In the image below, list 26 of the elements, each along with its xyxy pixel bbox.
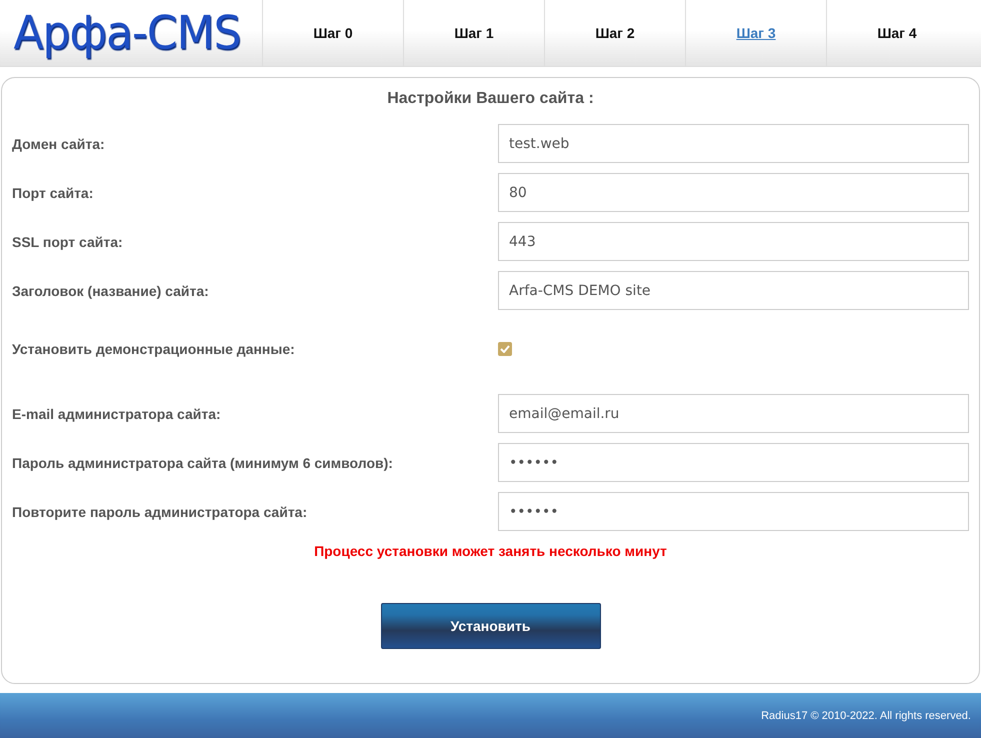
step-tab[interactable]: Шаг 0 [262,0,403,66]
checkbox[interactable] [498,342,512,356]
field-label: E-mail администратора сайта: [12,406,222,422]
password-field[interactable]: •••••• [498,443,969,482]
warning-text: Процесс установки может занять несколько минут [313,543,668,559]
password-field[interactable]: •••••• [498,492,969,531]
field-label: Домен сайта: [12,136,106,152]
input-field[interactable]: Arfa-CMS DEMO site [498,271,969,310]
step-tab[interactable]: Шаг 2 [544,0,685,66]
field-label: Порт сайта: [12,184,94,200]
input-field[interactable]: 443 [498,222,969,261]
field-label: Повторите пароль администратора сайта: [12,504,308,520]
step-tab[interactable]: Шаг 1 [403,0,544,66]
field-label: Установить демонстрационные данные: [12,341,296,357]
field-label: Заголовок (название) сайта: [12,282,210,298]
step-tab[interactable]: Шаг 4 [826,0,967,66]
input-field[interactable]: test.web [498,124,969,163]
copyright-text: Radius17 © 2010-2022. All rights reserved. [761,710,971,722]
input-field[interactable]: 80 [498,173,969,212]
input-field[interactable]: email@email.ru [498,394,969,433]
step-tab[interactable]: Шаг 3 [685,0,826,66]
form-title: Настройки Вашего сайта : [386,90,595,108]
field-label: Пароль администратора сайта (минимум 6 символов): [12,454,394,470]
field-label: SSL порт сайта: [12,234,124,250]
site-logo: Арфа-CMS [13,6,241,60]
install-button[interactable]: Установить [380,603,600,649]
